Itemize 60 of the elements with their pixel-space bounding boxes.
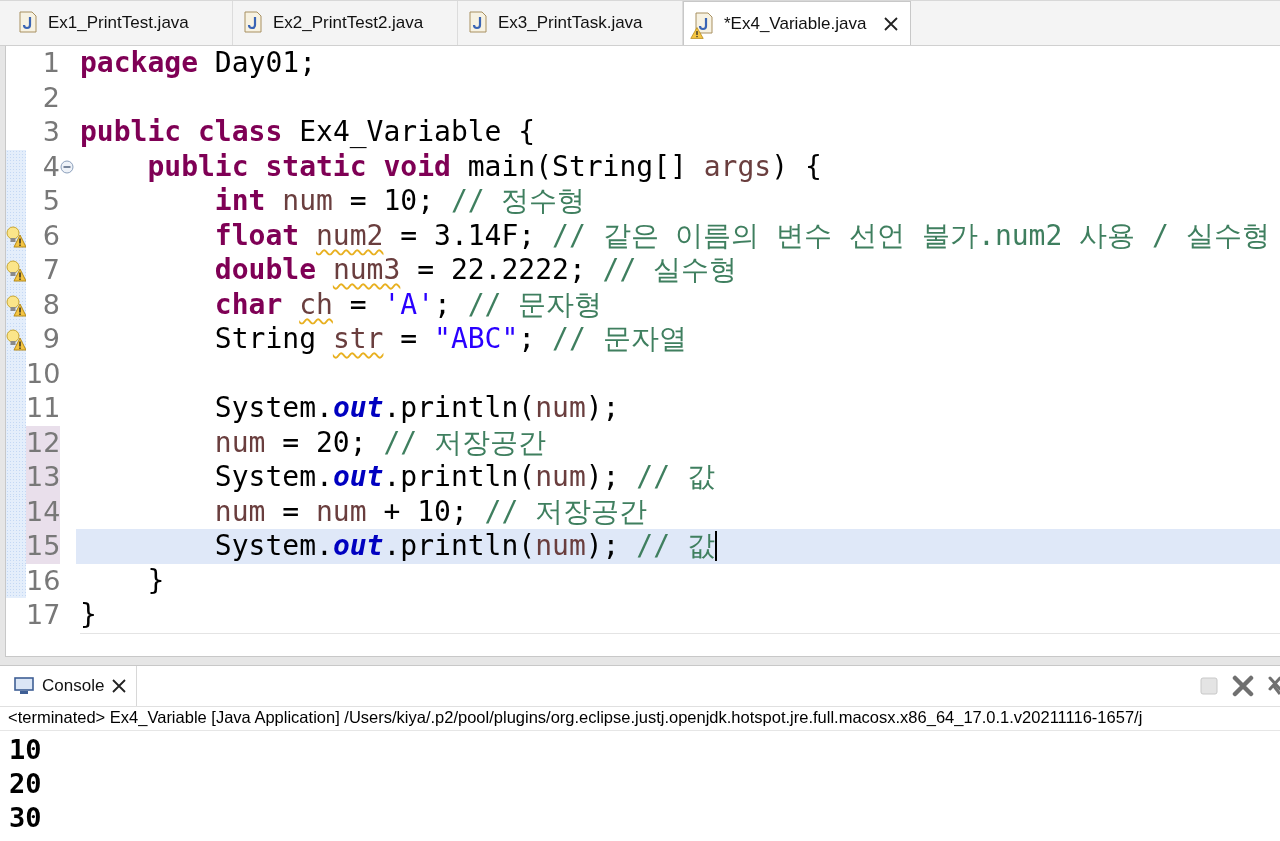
code-line: System.out.println(num); // 값 [213, 460, 716, 495]
console-output: 30 [9, 801, 42, 835]
line-number: 4 [41, 149, 60, 184]
console-status: <terminated> Ex4_Variable [Java Application] /Users/kiya/.p2/pool/plugins/org.eclipse.justj.openjdk.hotspot.jre.full.macosx.x86_64_17.0.1.v20211116-1657/j [0, 707, 1280, 731]
line-number: 16 [26, 563, 60, 598]
collapse-icon[interactable] [60, 159, 74, 174]
text-cursor [714, 531, 717, 562]
code-line: char ch = 'A'; // 문자형 [213, 287, 604, 322]
close-icon[interactable] [112, 679, 127, 693]
console-output: 20 [9, 767, 42, 801]
code-line: num = 20; // 저장공간 [213, 425, 548, 460]
tab-label: Ex3_PrintTask.java [498, 13, 643, 33]
line-number: 8 [41, 287, 60, 322]
line-number: 10 [26, 356, 60, 391]
line-number: 2 [41, 80, 60, 115]
line-number: 5 [41, 184, 60, 218]
tab-label: *Ex4_Variable.java [724, 13, 867, 34]
code-line: double num3 = 22.2222; // 실수형 [213, 253, 739, 288]
code-line: } [146, 563, 166, 598]
code-line: int num = 10; // 정수형 [213, 184, 587, 219]
line-number: 13 [26, 460, 60, 495]
console-output: 10 [9, 733, 42, 767]
file-icon [694, 11, 714, 34]
line-number: 15 [26, 529, 60, 564]
code-line: public static void main(String[] args) { [146, 149, 823, 184]
editor-tab[interactable]: *Ex4_Variable.java [683, 1, 911, 45]
remove-icon[interactable] [1232, 675, 1254, 697]
code-line: public class Ex4_Variable { [79, 115, 537, 150]
line-number: 11 [26, 391, 60, 425]
console-tab[interactable]: Console [0, 666, 138, 706]
monitor-icon [14, 677, 34, 695]
editor-tab[interactable]: Ex1_PrintTest.java [8, 1, 233, 45]
code-line: float num2 = 3.14F; // 같은 이름의 변수 선언 불가.num2 사용 / 실수형 [213, 218, 1271, 253]
tab-label: Ex2_PrintTest2.java [273, 13, 424, 33]
line-number: 3 [41, 115, 60, 149]
line-number: 14 [26, 494, 60, 529]
code-line: package Day01; [79, 46, 318, 81]
editor-tab[interactable]: Ex3_PrintTask.java [458, 1, 683, 45]
close-icon[interactable] [884, 16, 899, 31]
lightbulb-warning-icon[interactable] [6, 294, 26, 317]
line-number: 1 [41, 46, 60, 80]
line-number: 17 [26, 598, 60, 632]
line-number: 12 [26, 425, 60, 460]
code-line: String str = "ABC"; // 문자열 [213, 322, 688, 357]
lightbulb-warning-icon[interactable] [6, 225, 26, 248]
tab-label: Console [42, 676, 105, 696]
file-icon [468, 11, 488, 33]
editor-tab[interactable]: Ex2_PrintTest2.java [233, 1, 458, 45]
file-icon [18, 11, 38, 33]
line-number: 7 [41, 253, 60, 287]
line-number: 6 [41, 218, 60, 253]
remove-all-icon[interactable] [1268, 675, 1280, 697]
code-line: num = num + 10; // 저장공간 [213, 494, 649, 529]
code-line: System.out.println(num); [213, 391, 621, 426]
line-number: 9 [41, 322, 60, 356]
lightbulb-warning-icon[interactable] [6, 260, 26, 282]
code-line: } [79, 598, 98, 633]
tab-label: Ex1_PrintTest.java [48, 13, 189, 33]
file-icon [243, 11, 263, 33]
lightbulb-warning-icon[interactable] [6, 329, 26, 351]
